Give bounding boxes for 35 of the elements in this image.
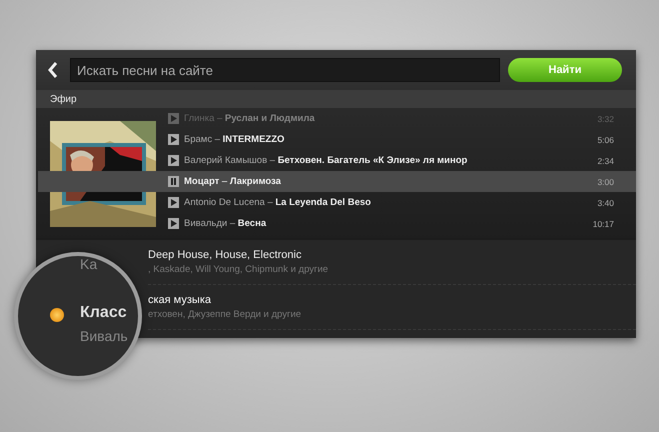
section-title: Эфир — [50, 94, 77, 104]
track-title: Брамс – INTERMEZZO — [184, 134, 286, 145]
station-artists: , Kaskade, Will Young, Chipmunk и другие — [148, 264, 330, 275]
play-icon[interactable] — [168, 134, 179, 145]
station-artists: Виваль — [80, 328, 128, 344]
track-duration: 2:34 — [597, 156, 614, 166]
track-row[interactable]: Моцарт – Лакримоза 3:00 — [38, 171, 636, 192]
track-title: Моцарт – Лакримоза — [184, 176, 282, 187]
track-row[interactable]: Валерий Камышов – Бетховен. Багатель «К Элизе» ля минор 2:34 — [168, 150, 636, 171]
track-title: Валерий Камышов – Бетховен. Багатель «К Элизе» ля минор — [184, 155, 468, 166]
search-field[interactable]: Искать песни на сайте — [70, 58, 500, 82]
track-title: Antonio De Lucena – La Leyenda Del Beso — [184, 197, 372, 208]
track-duration: 3:00 — [597, 176, 614, 186]
track-row[interactable]: Вивальди – Весна 10:17 — [168, 213, 636, 234]
play-icon[interactable] — [168, 155, 179, 166]
play-icon[interactable] — [168, 218, 179, 229]
play-icon[interactable] — [168, 197, 179, 208]
pause-icon[interactable] — [168, 176, 179, 187]
track-row[interactable]: Antonio De Lucena – La Leyenda Del Beso 3:40 — [168, 192, 636, 213]
track-row[interactable]: Брамс – INTERMEZZO 5:06 — [168, 129, 636, 150]
track-duration: 5:06 — [597, 134, 614, 144]
track-row[interactable]: Глинка – Руслан и Людмила 3:32 — [168, 108, 636, 129]
station-artists: Ka — [80, 256, 98, 272]
station-artists: етховен, Джузеппе Верди и другие — [148, 309, 302, 320]
station-item[interactable]: ская музыка етховен, Джузеппе Верди и другие — [148, 285, 636, 330]
station-title: ская музыка — [148, 294, 212, 306]
chevron-left-icon — [48, 62, 58, 78]
track-title: Вивальди – Весна — [184, 218, 268, 229]
track-duration: 3:40 — [597, 198, 614, 208]
track-title: Глинка – Руслан и Людмила — [184, 113, 316, 124]
station-title: Deep House, House, Electronic — [148, 249, 302, 261]
station-title: Класс — [80, 304, 127, 322]
track-duration: 3:32 — [597, 114, 614, 124]
station-item[interactable]: Deep House, House, Electronic , Kaskade, Will Young, Chipmunk и другие — [148, 240, 636, 285]
track-duration: 10:17 — [592, 218, 614, 228]
